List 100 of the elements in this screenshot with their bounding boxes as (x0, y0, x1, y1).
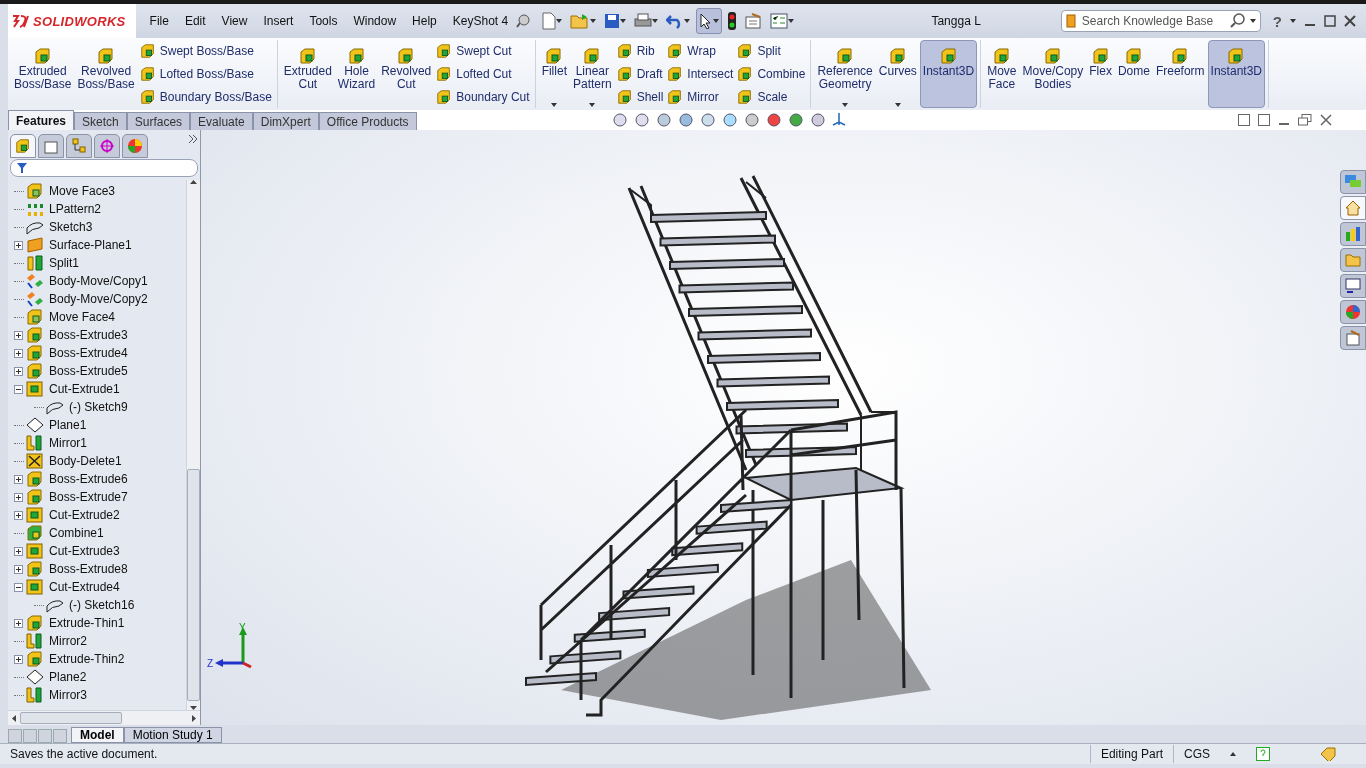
tree-item[interactable]: Cut-Extrude2 (49, 508, 120, 522)
expand-toggle[interactable] (14, 330, 23, 340)
zoom-area-icon[interactable] (633, 112, 650, 128)
expand-toggle[interactable] (14, 348, 23, 358)
ribbon-button[interactable]: Dome (1114, 40, 1153, 108)
ribbon-button[interactable]: Split (737, 43, 806, 60)
ribbon-button[interactable]: Linear Pattern (569, 40, 615, 108)
new-document-button[interactable] (540, 9, 565, 33)
command-tab[interactable]: Sketch (74, 112, 127, 130)
help-icon[interactable] (1256, 747, 1270, 761)
triad-icon[interactable] (831, 112, 846, 128)
dimxpert-tab[interactable] (94, 134, 120, 158)
ribbon-button[interactable]: Shell (616, 88, 664, 105)
tree-item[interactable]: Body-Move/Copy1 (49, 274, 148, 288)
scrollbar-thumb[interactable] (20, 712, 122, 724)
ribbon-button[interactable]: Curves (875, 40, 920, 108)
expand-toggle[interactable] (14, 492, 23, 502)
model-tab[interactable]: Model (71, 727, 124, 743)
display-style-icon[interactable] (721, 112, 738, 128)
vertical-scrollbar[interactable] (186, 180, 200, 710)
model-tab[interactable]: Motion Study 1 (123, 727, 222, 743)
expand-toggle[interactable] (14, 618, 23, 628)
ribbon-button[interactable]: Move Face (984, 40, 1020, 108)
menu-item[interactable]: Window (345, 14, 405, 28)
tree-item[interactable]: Body-Move/Copy2 (49, 292, 148, 306)
tree-item[interactable]: (-) Sketch9 (69, 400, 128, 414)
scroll-up-icon[interactable] (190, 180, 197, 184)
menu-item[interactable]: KeyShot 4 (444, 14, 517, 28)
tree-item[interactable]: (-) Sketch16 (69, 598, 135, 612)
previous-view-icon[interactable] (655, 112, 672, 128)
ribbon-button[interactable]: Swept Cut (436, 43, 530, 60)
select-button[interactable] (696, 8, 723, 34)
tree-item[interactable]: Boss-Extrude7 (49, 490, 128, 504)
menu-item[interactable]: Help (404, 14, 445, 28)
ribbon-button[interactable]: Revolved Boss/Base (74, 40, 138, 108)
expand-toggle[interactable] (14, 510, 23, 520)
tree-item[interactable]: Boss-Extrude8 (49, 562, 128, 576)
home-tab[interactable] (1340, 196, 1366, 220)
ribbon-button[interactable]: Boundary Boss/Base (139, 88, 272, 105)
tree-item[interactable]: Boss-Extrude3 (49, 328, 128, 342)
tree-item[interactable]: Plane1 (49, 418, 87, 432)
tree-item[interactable]: Mirror1 (49, 436, 87, 450)
ribbon-button[interactable]: Lofted Cut (436, 66, 530, 82)
more-tabs-icon[interactable] (188, 134, 198, 144)
ribbon-button[interactable]: Rib (616, 43, 664, 60)
close-button[interactable] (1320, 114, 1332, 126)
expand-toggle[interactable] (14, 474, 23, 484)
ribbon-button[interactable]: Move/Copy Bodies (1019, 40, 1087, 108)
ribbon-button[interactable]: Intersect (667, 66, 734, 82)
ribbon-button[interactable]: Extruded Boss/Base (11, 40, 75, 108)
ribbon-button[interactable]: Draft (616, 66, 664, 82)
search-icon[interactable] (1229, 13, 1246, 29)
collapse-toggle[interactable] (14, 384, 23, 394)
library-tab[interactable] (1340, 222, 1366, 246)
feature-manager-tab[interactable] (10, 134, 36, 158)
appearance-icon[interactable] (765, 112, 782, 128)
ribbon-button[interactable]: Revolved Cut (378, 40, 435, 108)
tree-item[interactable]: Mirror2 (49, 634, 87, 648)
scroll-right-icon[interactable] (192, 714, 196, 722)
tree-item[interactable]: Body-Delete1 (49, 454, 122, 468)
tree-item[interactable]: Mirror3 (49, 688, 87, 702)
tree-item[interactable]: Boss-Extrude6 (49, 472, 128, 486)
help-button[interactable]: ? (1272, 12, 1282, 30)
command-tab[interactable]: Features (8, 110, 75, 130)
menu-item[interactable]: Edit (176, 14, 214, 28)
split-right-icon[interactable] (1258, 114, 1270, 126)
command-tab[interactable]: Office Products (318, 112, 417, 130)
ribbon-button[interactable]: Combine (737, 66, 806, 82)
property-manager-tab[interactable] (38, 134, 64, 158)
view-orientation-icon[interactable] (699, 112, 716, 128)
ribbon-button[interactable]: Swept Boss/Base (139, 43, 272, 60)
ribbon-button[interactable]: Mirror (667, 88, 734, 105)
configuration-tab[interactable] (66, 134, 92, 158)
expand-toggle[interactable] (14, 546, 23, 556)
tree-item[interactable]: Combine1 (49, 526, 104, 540)
command-tab[interactable]: DimXpert (252, 112, 319, 130)
close-button[interactable] (1344, 15, 1356, 27)
horizontal-scrollbar[interactable] (8, 710, 200, 725)
tree-item[interactable]: Cut-Extrude4 (49, 580, 120, 594)
scroll-left-icon[interactable] (12, 714, 16, 722)
menu-item[interactable]: View (213, 14, 256, 28)
view-settings-icon[interactable] (809, 112, 826, 128)
tree-item[interactable]: Sketch3 (49, 220, 93, 234)
hide-show-icon[interactable] (743, 112, 760, 128)
ribbon-button[interactable]: Extruded Cut (280, 40, 335, 108)
tree-item[interactable]: Extrude-Thin1 (49, 616, 125, 630)
menu-item[interactable]: Tools (301, 14, 346, 28)
properties-tab[interactable] (1340, 326, 1366, 350)
display-tab[interactable] (122, 134, 148, 158)
restore-button[interactable] (1298, 114, 1312, 126)
collapse-toggle[interactable] (14, 582, 23, 592)
rebuild-button[interactable] (726, 9, 739, 33)
tree-item[interactable]: Move Face4 (49, 310, 116, 324)
tree-item[interactable]: Boss-Extrude5 (49, 364, 128, 378)
ribbon-button[interactable]: Freeform (1152, 40, 1208, 108)
tree-item[interactable]: Split1 (49, 256, 80, 270)
ribbon-button[interactable]: Reference Geometry (814, 40, 876, 108)
tree-item[interactable]: Plane2 (49, 670, 87, 684)
tree-item[interactable]: Boss-Extrude4 (49, 346, 128, 360)
expand-toggle[interactable] (14, 654, 23, 664)
